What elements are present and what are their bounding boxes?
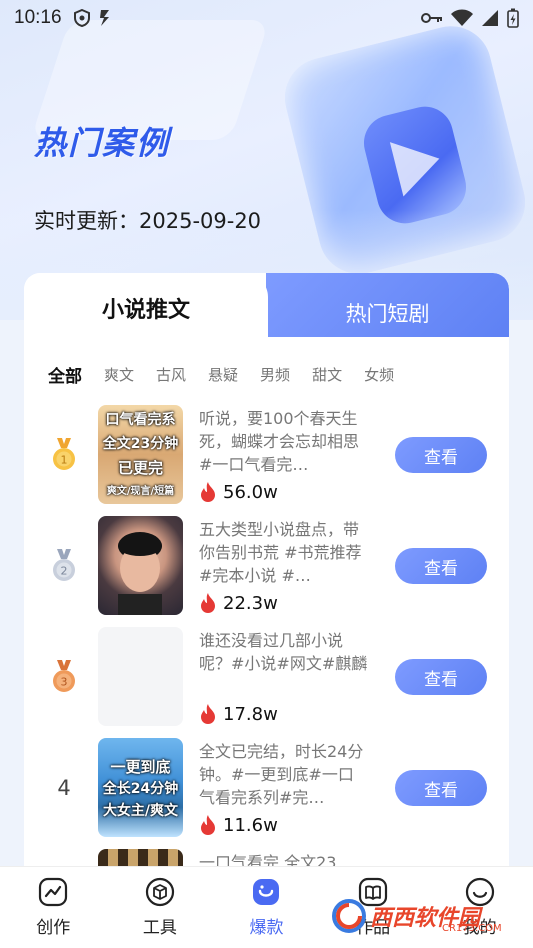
filter-xuanyi[interactable]: 悬疑 bbox=[208, 364, 238, 385]
item-description: 五大类型小说盘点，带你告别书荒 #书荒推荐 #完本小说 #… bbox=[199, 520, 362, 585]
cover-image[interactable]: 一更到底 全长24分钟 大女主/爽文 bbox=[98, 738, 183, 837]
list-item[interactable]: 2 五大类型小说盘点，带你告别书荒 #书荒推荐 #完本小说 #… 22.3w 查… bbox=[24, 514, 509, 625]
item-description: 谁还没看过几部小说呢？#小说#网文#麒麟 bbox=[199, 631, 368, 673]
nav-label: 爆款 bbox=[249, 918, 284, 938]
cover-image[interactable]: 口气看完系 全文23分钟 已更完 爽文/现言/短篇 bbox=[98, 405, 183, 504]
cover-text: 爽文/现言/短篇 bbox=[106, 486, 175, 497]
view-button[interactable]: 查看 bbox=[395, 659, 487, 695]
heat-value: 17.8w bbox=[223, 703, 278, 725]
filter-nanpin[interactable]: 男频 bbox=[260, 364, 290, 385]
flame-icon bbox=[201, 815, 215, 835]
item-description: 全文已完结，时长24分钟。#一更到底#一口气看完系列#完… bbox=[199, 742, 364, 807]
heat-value: 56.0w bbox=[223, 481, 278, 503]
heat-value: 22.3w bbox=[223, 592, 278, 614]
heat-count: 17.8w bbox=[199, 703, 278, 725]
heat-value: 11.6w bbox=[223, 814, 278, 836]
view-button[interactable]: 查看 bbox=[395, 548, 487, 584]
tab-novel[interactable]: 小说推文 bbox=[24, 273, 268, 337]
chart-icon bbox=[39, 877, 68, 907]
list-item[interactable]: 1 口气看完系 全文23分钟 已更完 爽文/现言/短篇 听说，要100个春天生死… bbox=[24, 403, 509, 514]
category-filters: 全部 爽文 古风 悬疑 男频 甜文 女频 bbox=[24, 351, 509, 397]
item-description: 听说，要100个春天生死，蝴蝶才会忘却相思 #一口气看完… bbox=[199, 409, 360, 474]
flame-icon bbox=[201, 593, 215, 613]
cover-text: 已更完 bbox=[117, 459, 163, 477]
svg-text:2: 2 bbox=[61, 565, 68, 578]
box-icon bbox=[145, 877, 174, 907]
signal-icon bbox=[482, 10, 498, 26]
update-date: 实时更新：2025-09-20 bbox=[34, 209, 262, 233]
nav-create[interactable]: 创作 bbox=[0, 877, 106, 938]
heat-count: 56.0w bbox=[199, 481, 278, 503]
page-title: 热门案例 bbox=[34, 124, 171, 162]
watermark-logo-icon bbox=[332, 899, 366, 933]
cover-text: 全文23分钟 bbox=[102, 436, 179, 452]
nav-hot[interactable]: 爆款 bbox=[213, 877, 319, 938]
watermark-logo: 西西软件园 CR173.COM bbox=[332, 893, 528, 939]
gold-medal-icon: 1 bbox=[48, 438, 80, 471]
rank-number: 4 bbox=[48, 772, 80, 804]
heat-count: 22.3w bbox=[199, 592, 278, 614]
battery-icon bbox=[507, 8, 519, 28]
tab-bar: 热门短剧 小说推文 bbox=[24, 273, 509, 337]
silver-medal-icon: 2 bbox=[48, 549, 80, 582]
view-button[interactable]: 查看 bbox=[395, 437, 487, 473]
ranking-list: 1 口气看完系 全文23分钟 已更完 爽文/现言/短篇 听说，要100个春天生死… bbox=[24, 403, 509, 873]
tab-short-drama[interactable]: 热门短剧 bbox=[266, 273, 509, 337]
flame-icon bbox=[201, 482, 215, 502]
cover-image[interactable] bbox=[98, 627, 183, 726]
flame-icon bbox=[253, 879, 280, 905]
heat-count: 11.6w bbox=[199, 814, 278, 836]
list-item[interactable]: 3 谁还没看过几部小说呢？#小说#网文#麒麟 17.8w 查看 bbox=[24, 625, 509, 736]
status-bar: 10:16 bbox=[0, 0, 533, 36]
lightning-icon bbox=[99, 10, 109, 26]
cover-text: 全长24分钟 bbox=[102, 781, 179, 797]
ranking-card: 热门短剧 小说推文 全部 爽文 古风 悬疑 男频 甜文 女频 1 口气看完系 全… bbox=[24, 273, 509, 873]
rank-value: 4 bbox=[57, 776, 71, 800]
wifi-icon bbox=[451, 9, 473, 26]
cover-text: 一更到底 bbox=[110, 758, 171, 776]
filter-gufeng[interactable]: 古风 bbox=[156, 364, 186, 385]
watermark-sub: CR173.COM bbox=[442, 923, 502, 934]
shield-icon bbox=[73, 9, 90, 27]
filter-shuangwen[interactable]: 爽文 bbox=[104, 364, 134, 385]
cover-image[interactable] bbox=[98, 516, 183, 615]
bronze-medal-icon: 3 bbox=[48, 660, 80, 693]
status-time: 10:16 bbox=[14, 7, 62, 28]
nav-label: 工具 bbox=[142, 918, 177, 938]
cover-text: 口气看完系 bbox=[105, 412, 176, 428]
svg-text:1: 1 bbox=[61, 454, 68, 467]
list-item[interactable]: 4 一更到底 全长24分钟 大女主/爽文 全文已完结，时长24分钟。#一更到底#… bbox=[24, 736, 509, 847]
cover-text: 大女主/爽文 bbox=[102, 803, 179, 819]
nav-tools[interactable]: 工具 bbox=[107, 877, 213, 938]
key-icon bbox=[421, 13, 442, 23]
svg-text:3: 3 bbox=[61, 676, 68, 689]
view-button[interactable]: 查看 bbox=[395, 770, 487, 806]
nav-label: 创作 bbox=[36, 918, 71, 938]
filter-all[interactable]: 全部 bbox=[48, 362, 82, 387]
filter-nvpin[interactable]: 女频 bbox=[364, 364, 394, 385]
flame-icon bbox=[201, 704, 215, 724]
filter-tianwen[interactable]: 甜文 bbox=[312, 364, 342, 385]
